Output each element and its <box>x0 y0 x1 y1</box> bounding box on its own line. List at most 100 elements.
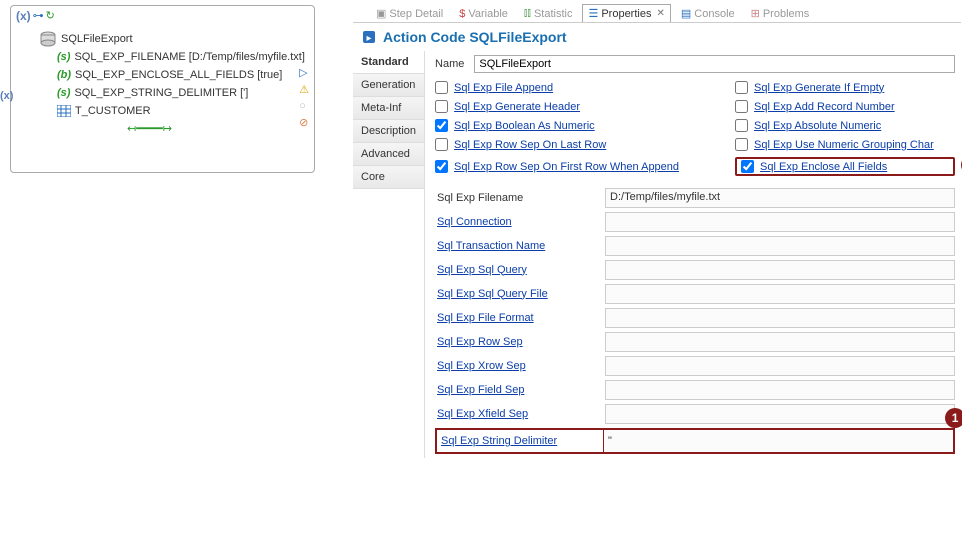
chk-bool-numeric[interactable] <box>435 119 448 132</box>
lbl-rowsep-last[interactable]: Sql Exp Row Sep On Last Row <box>454 139 606 151</box>
tab-step-detail[interactable]: ▣Step Detail <box>370 4 449 23</box>
prop-fieldsep-value[interactable] <box>605 380 955 400</box>
close-icon[interactable]: ✕ <box>656 8 664 19</box>
prop-connection[interactable]: Sql Connection <box>435 216 605 228</box>
prop-fileformat[interactable]: Sql Exp File Format <box>435 312 605 324</box>
refresh-icon[interactable]: ↻ <box>46 9 55 25</box>
prop-filename-value[interactable]: D:/Temp/files/myfile.txt <box>605 188 955 208</box>
prop-connection-value[interactable] <box>605 212 955 232</box>
database-icon <box>39 31 57 47</box>
panel-title: Action Code SQLFileExport <box>383 29 567 45</box>
prop-string-delim[interactable]: Sql Exp String Delimiter <box>437 435 603 447</box>
sidetab-metainf[interactable]: Meta-Inf <box>353 97 424 120</box>
lbl-enclose-all[interactable]: Sql Exp Enclose All Fields <box>760 161 887 173</box>
problems-icon: ⊞ <box>751 7 760 20</box>
s-icon: (s) <box>57 51 70 63</box>
lbl-file-append[interactable]: Sql Exp File Append <box>454 82 553 94</box>
stop-icon[interactable]: ⊘ <box>299 116 309 129</box>
lbl-gen-if-empty[interactable]: Sql Exp Generate If Empty <box>754 82 884 94</box>
sidetab-generation[interactable]: Generation <box>353 74 424 97</box>
prop-xfieldsep-value[interactable] <box>605 404 955 424</box>
prop-xrowsep[interactable]: Sql Exp Xrow Sep <box>435 360 605 372</box>
var-icon[interactable]: (х) <box>16 9 31 25</box>
lbl-abs-numeric[interactable]: Sql Exp Absolute Numeric <box>754 120 881 132</box>
link-icon[interactable]: ⊶ <box>33 9 44 25</box>
chk-rowsep-first[interactable] <box>435 160 448 173</box>
prop-transaction-value[interactable] <box>605 236 955 256</box>
prop-sqlquery[interactable]: Sql Exp Sql Query <box>435 264 605 276</box>
prop-string-delim-value[interactable]: " <box>603 430 953 452</box>
lbl-add-recnum[interactable]: Sql Exp Add Record Number <box>754 101 895 113</box>
form-area: Name Sql Exp File Append Sql Exp Generat… <box>425 51 962 458</box>
s-icon: (s) <box>57 87 70 99</box>
action-icon: ▸ <box>361 29 377 45</box>
lbl-bool-numeric[interactable]: Sql Exp Boolean As Numeric <box>454 120 595 132</box>
tree-item[interactable]: (s) SQL_EXP_STRING_DELIMITER ['] <box>17 84 308 102</box>
dollar-icon: $ <box>459 8 465 20</box>
table-icon <box>57 105 71 117</box>
warning-icon[interactable]: ⚠ <box>299 83 309 96</box>
badge-1: 1 <box>945 408 962 428</box>
prop-sqlqueryfile[interactable]: Sql Exp Sql Query File <box>435 288 605 300</box>
tree-item-label: SQL_EXP_ENCLOSE_ALL_FIELDS [true] <box>75 69 282 81</box>
left-tree-panel: (х) ⊶ ↻ SQLFileExport (s) SQL_EXP_FILENA… <box>10 5 315 173</box>
chk-num-grouping[interactable] <box>735 138 748 151</box>
editor-tabs: ▣Step Detail $Variable ⫾⫾Statistic ☰Prop… <box>370 4 815 23</box>
b-icon: (b) <box>57 69 71 81</box>
tree-item-label: T_CUSTOMER <box>75 105 151 117</box>
prop-fieldsep[interactable]: Sql Exp Field Sep <box>435 384 605 396</box>
tree: SQLFileExport (s) SQL_EXP_FILENAME [D:/T… <box>11 28 314 135</box>
tree-item[interactable]: (b) SQL_EXP_ENCLOSE_ALL_FIELDS [true] <box>17 66 308 84</box>
properties-icon: ☰ <box>588 7 598 20</box>
chk-gen-header[interactable] <box>435 100 448 113</box>
property-table: Sql Exp FilenameD:/Temp/files/myfile.txt… <box>435 186 955 454</box>
prop-fileformat-value[interactable] <box>605 308 955 328</box>
prop-xrowsep-value[interactable] <box>605 356 955 376</box>
chk-gen-if-empty[interactable] <box>735 81 748 94</box>
prop-filename-label: Sql Exp Filename <box>435 192 605 204</box>
tab-statistic[interactable]: ⫾⫾Statistic <box>518 4 579 23</box>
properties-panel: ▸ Action Code SQLFileExport Standard Gen… <box>353 22 961 540</box>
tab-console[interactable]: ▤Console <box>675 4 741 23</box>
chk-enclose-all[interactable] <box>741 160 754 173</box>
chk-add-recnum[interactable] <box>735 100 748 113</box>
side-tabs: Standard Generation Meta-Inf Description… <box>353 51 425 458</box>
tree-root[interactable]: SQLFileExport <box>17 30 308 48</box>
lbl-gen-header[interactable]: Sql Exp Generate Header <box>454 101 580 113</box>
prop-sqlquery-value[interactable] <box>605 260 955 280</box>
prop-rowsep[interactable]: Sql Exp Row Sep <box>435 336 605 348</box>
chk-abs-numeric[interactable] <box>735 119 748 132</box>
right-icon-column: ▷ ⚠ ○ ⊘ <box>299 66 309 129</box>
tree-root-label: SQLFileExport <box>61 33 133 45</box>
sidetab-standard[interactable]: Standard <box>353 51 424 74</box>
tab-properties[interactable]: ☰Properties✕ <box>582 4 670 23</box>
left-toolbar: (х) ⊶ ↻ <box>11 6 314 28</box>
sidetab-core[interactable]: Core <box>353 166 424 189</box>
lbl-rowsep-first[interactable]: Sql Exp Row Sep On First Row When Append <box>454 161 679 173</box>
name-label: Name <box>435 58 464 70</box>
circle-icon[interactable]: ○ <box>299 100 309 112</box>
sidetab-description[interactable]: Description <box>353 120 424 143</box>
step-icon: ▣ <box>376 7 386 20</box>
prop-xfieldsep[interactable]: Sql Exp Xfield Sep <box>435 408 605 420</box>
var-side-icon[interactable]: (х) <box>0 90 13 102</box>
prop-sqlqueryfile-value[interactable] <box>605 284 955 304</box>
chk-rowsep-last[interactable] <box>435 138 448 151</box>
tree-item[interactable]: (s) SQL_EXP_FILENAME [D:/Temp/files/myfi… <box>17 48 308 66</box>
name-input[interactable] <box>474 55 955 73</box>
title-bar: ▸ Action Code SQLFileExport <box>353 23 961 51</box>
tree-item[interactable]: T_CUSTOMER <box>17 102 308 120</box>
flow-arrows: ↤━━━━↦ <box>17 120 308 135</box>
tab-variable[interactable]: $Variable <box>453 4 514 23</box>
sidetab-advanced[interactable]: Advanced <box>353 143 424 166</box>
chart-icon: ⫾⫾ <box>524 7 531 20</box>
play-icon[interactable]: ▷ <box>299 66 309 79</box>
tab-problems[interactable]: ⊞Problems <box>745 4 816 23</box>
svg-text:▸: ▸ <box>366 33 371 44</box>
prop-transaction[interactable]: Sql Transaction Name <box>435 240 605 252</box>
tree-item-label: SQL_EXP_FILENAME [D:/Temp/files/myfile.t… <box>74 51 304 63</box>
tree-item-label: SQL_EXP_STRING_DELIMITER ['] <box>74 87 248 99</box>
chk-file-append[interactable] <box>435 81 448 94</box>
prop-rowsep-value[interactable] <box>605 332 955 352</box>
lbl-num-grouping[interactable]: Sql Exp Use Numeric Grouping Char <box>754 139 934 151</box>
